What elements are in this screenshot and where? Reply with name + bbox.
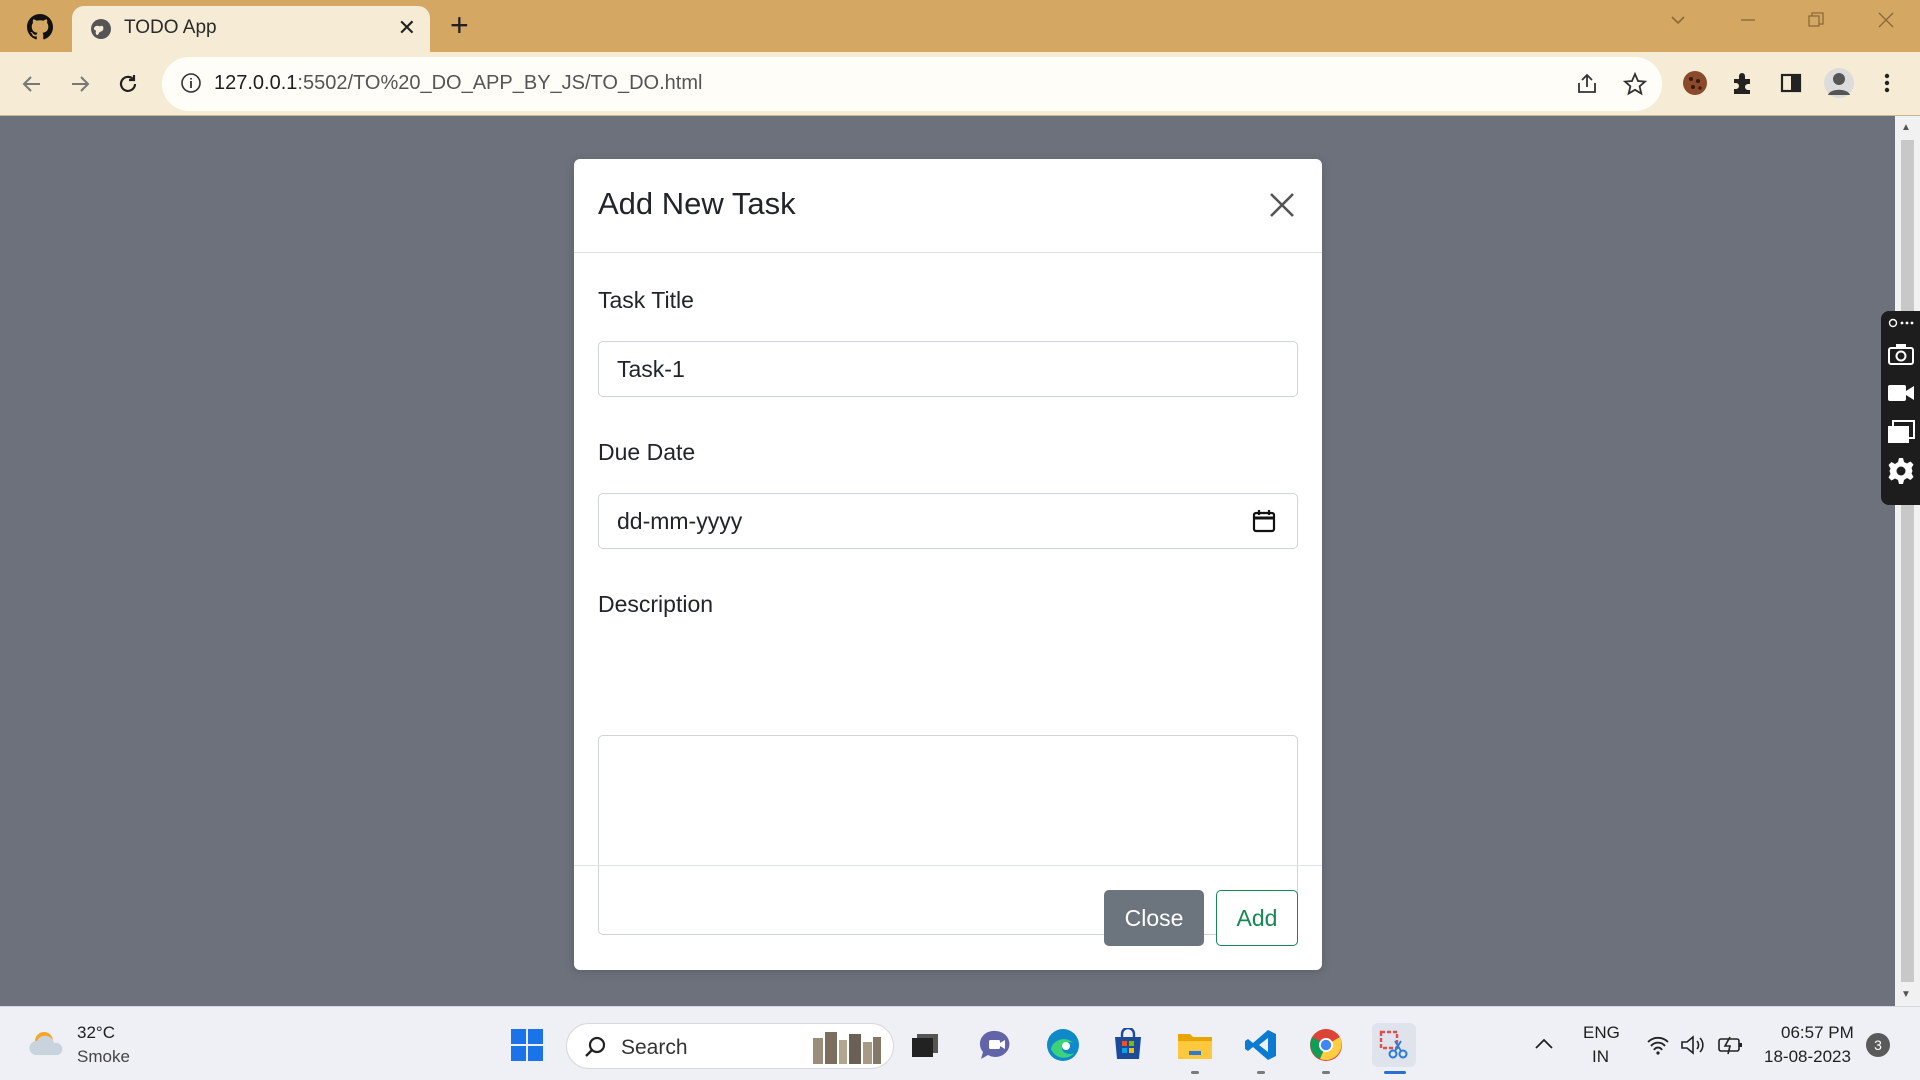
due-date-label: Due Date [598, 439, 696, 465]
browser-toolbar: 127.0.0.1:5502/TO%20_DO_APP_BY_JS/TO_DO.… [0, 52, 1920, 116]
windows-start-icon[interactable] [510, 1028, 544, 1062]
snipping-tool-icon[interactable] [1372, 1023, 1416, 1067]
calendar-icon[interactable] [1251, 508, 1277, 534]
add-task-modal: Add New Task Task Title Task-1 Due Date … [574, 159, 1322, 970]
restore-icon[interactable] [1806, 10, 1826, 36]
forward-icon[interactable] [62, 66, 98, 102]
scroll-up-icon[interactable]: ▲ [1901, 122, 1911, 133]
chrome-menu-icon[interactable] [1870, 66, 1904, 100]
github-icon[interactable] [26, 13, 54, 41]
battery-charging-icon[interactable] [1716, 1035, 1744, 1055]
clock-time[interactable]: 06:57 PM [1781, 1023, 1854, 1043]
modal-header: Add New Task [574, 159, 1322, 253]
file-explorer-icon[interactable] [1175, 1025, 1215, 1065]
close-window-icon[interactable] [1876, 10, 1896, 36]
volume-icon[interactable] [1680, 1034, 1706, 1056]
new-tab-button[interactable]: + [450, 9, 469, 41]
running-indicator [1257, 1071, 1265, 1074]
running-indicator [1191, 1071, 1199, 1074]
weather-cloud-icon[interactable] [28, 1027, 68, 1059]
edge-browser-icon[interactable] [1043, 1025, 1083, 1065]
globe-icon [91, 19, 111, 39]
screenshot-camera-icon[interactable] [1886, 339, 1916, 369]
bookmark-star-icon[interactable] [1622, 71, 1648, 97]
cookie-extension-icon[interactable] [1678, 66, 1712, 100]
scroll-down-icon[interactable]: ▼ [1901, 989, 1911, 1000]
tab-title: TODO App [124, 17, 217, 38]
extensions-puzzle-icon[interactable] [1726, 66, 1760, 100]
weather-temperature[interactable]: 32°C [77, 1023, 115, 1043]
modal-title: Add New Task [598, 186, 796, 221]
modal-footer: Close Add [574, 865, 1322, 970]
window-capture-icon[interactable] [1886, 417, 1916, 447]
vscode-icon[interactable] [1241, 1025, 1281, 1065]
scrollbar-thumb[interactable] [1901, 140, 1914, 982]
running-indicator [1322, 1071, 1330, 1074]
language-region[interactable]: IN [1592, 1047, 1609, 1067]
due-date-placeholder: dd-mm-yyyy [617, 508, 743, 534]
page-scrollbar[interactable]: ▲ ▼ [1895, 116, 1920, 1006]
url-path: :5502/TO%20_DO_APP_BY_JS/TO_DO.html [297, 72, 703, 94]
address-bar[interactable]: 127.0.0.1:5502/TO%20_DO_APP_BY_JS/TO_DO.… [162, 57, 1662, 111]
wifi-icon[interactable] [1646, 1035, 1670, 1055]
task-view-icon[interactable] [905, 1025, 945, 1065]
site-info-icon[interactable] [180, 72, 202, 94]
back-icon[interactable] [14, 66, 50, 102]
description-label: Description [598, 591, 714, 617]
minimize-icon[interactable] [1738, 10, 1758, 36]
search-placeholder: Search [621, 1036, 688, 1059]
url-host: 127.0.0.1 [214, 72, 298, 94]
show-hidden-icons-chevron-icon[interactable] [1534, 1037, 1554, 1051]
weather-condition[interactable]: Smoke [77, 1047, 130, 1067]
task-title-input[interactable]: Task-1 [598, 341, 1298, 397]
language-code[interactable]: ENG [1583, 1023, 1620, 1043]
tab-close-icon[interactable]: ✕ [398, 15, 416, 41]
profile-avatar[interactable] [1822, 66, 1856, 100]
modal-body: Task Title Task-1 Due Date dd-mm-yyyy De… [574, 253, 1322, 935]
search-icon [585, 1036, 606, 1057]
tab-todo-app[interactable]: TODO App ✕ [72, 6, 430, 52]
capture-toolbar [1881, 311, 1920, 505]
clock-date[interactable]: 18-08-2023 [1764, 1047, 1851, 1067]
windows-taskbar: 32°C Smoke Search ENG IN 06:57 PM 18-08-… [0, 1006, 1920, 1080]
task-title-label: Task Title [598, 287, 694, 313]
tab-strip: TODO App ✕ + [0, 0, 1920, 52]
settings-gear-icon[interactable] [1886, 456, 1916, 486]
active-app-indicator [1384, 1071, 1406, 1074]
teams-chat-icon[interactable] [976, 1025, 1016, 1065]
taskbar-search[interactable]: Search [566, 1023, 894, 1069]
search-highlight-illustration [813, 1032, 881, 1064]
microsoft-store-icon[interactable] [1108, 1025, 1148, 1065]
tab-search-icon[interactable] [1668, 10, 1688, 36]
close-button[interactable]: Close [1104, 890, 1204, 946]
share-icon[interactable] [1574, 71, 1600, 97]
chrome-icon[interactable] [1306, 1025, 1346, 1065]
add-button[interactable]: Add [1216, 890, 1298, 946]
modal-close-icon[interactable] [1266, 189, 1298, 221]
pin-more-icon[interactable] [1886, 313, 1916, 333]
url-text[interactable]: 127.0.0.1:5502/TO%20_DO_APP_BY_JS/TO_DO.… [214, 72, 702, 95]
video-record-icon[interactable] [1886, 378, 1916, 408]
side-panel-icon[interactable] [1774, 66, 1808, 100]
due-date-input[interactable]: dd-mm-yyyy [598, 493, 1298, 549]
notification-badge[interactable]: 3 [1866, 1033, 1890, 1057]
reload-icon[interactable] [110, 66, 146, 102]
